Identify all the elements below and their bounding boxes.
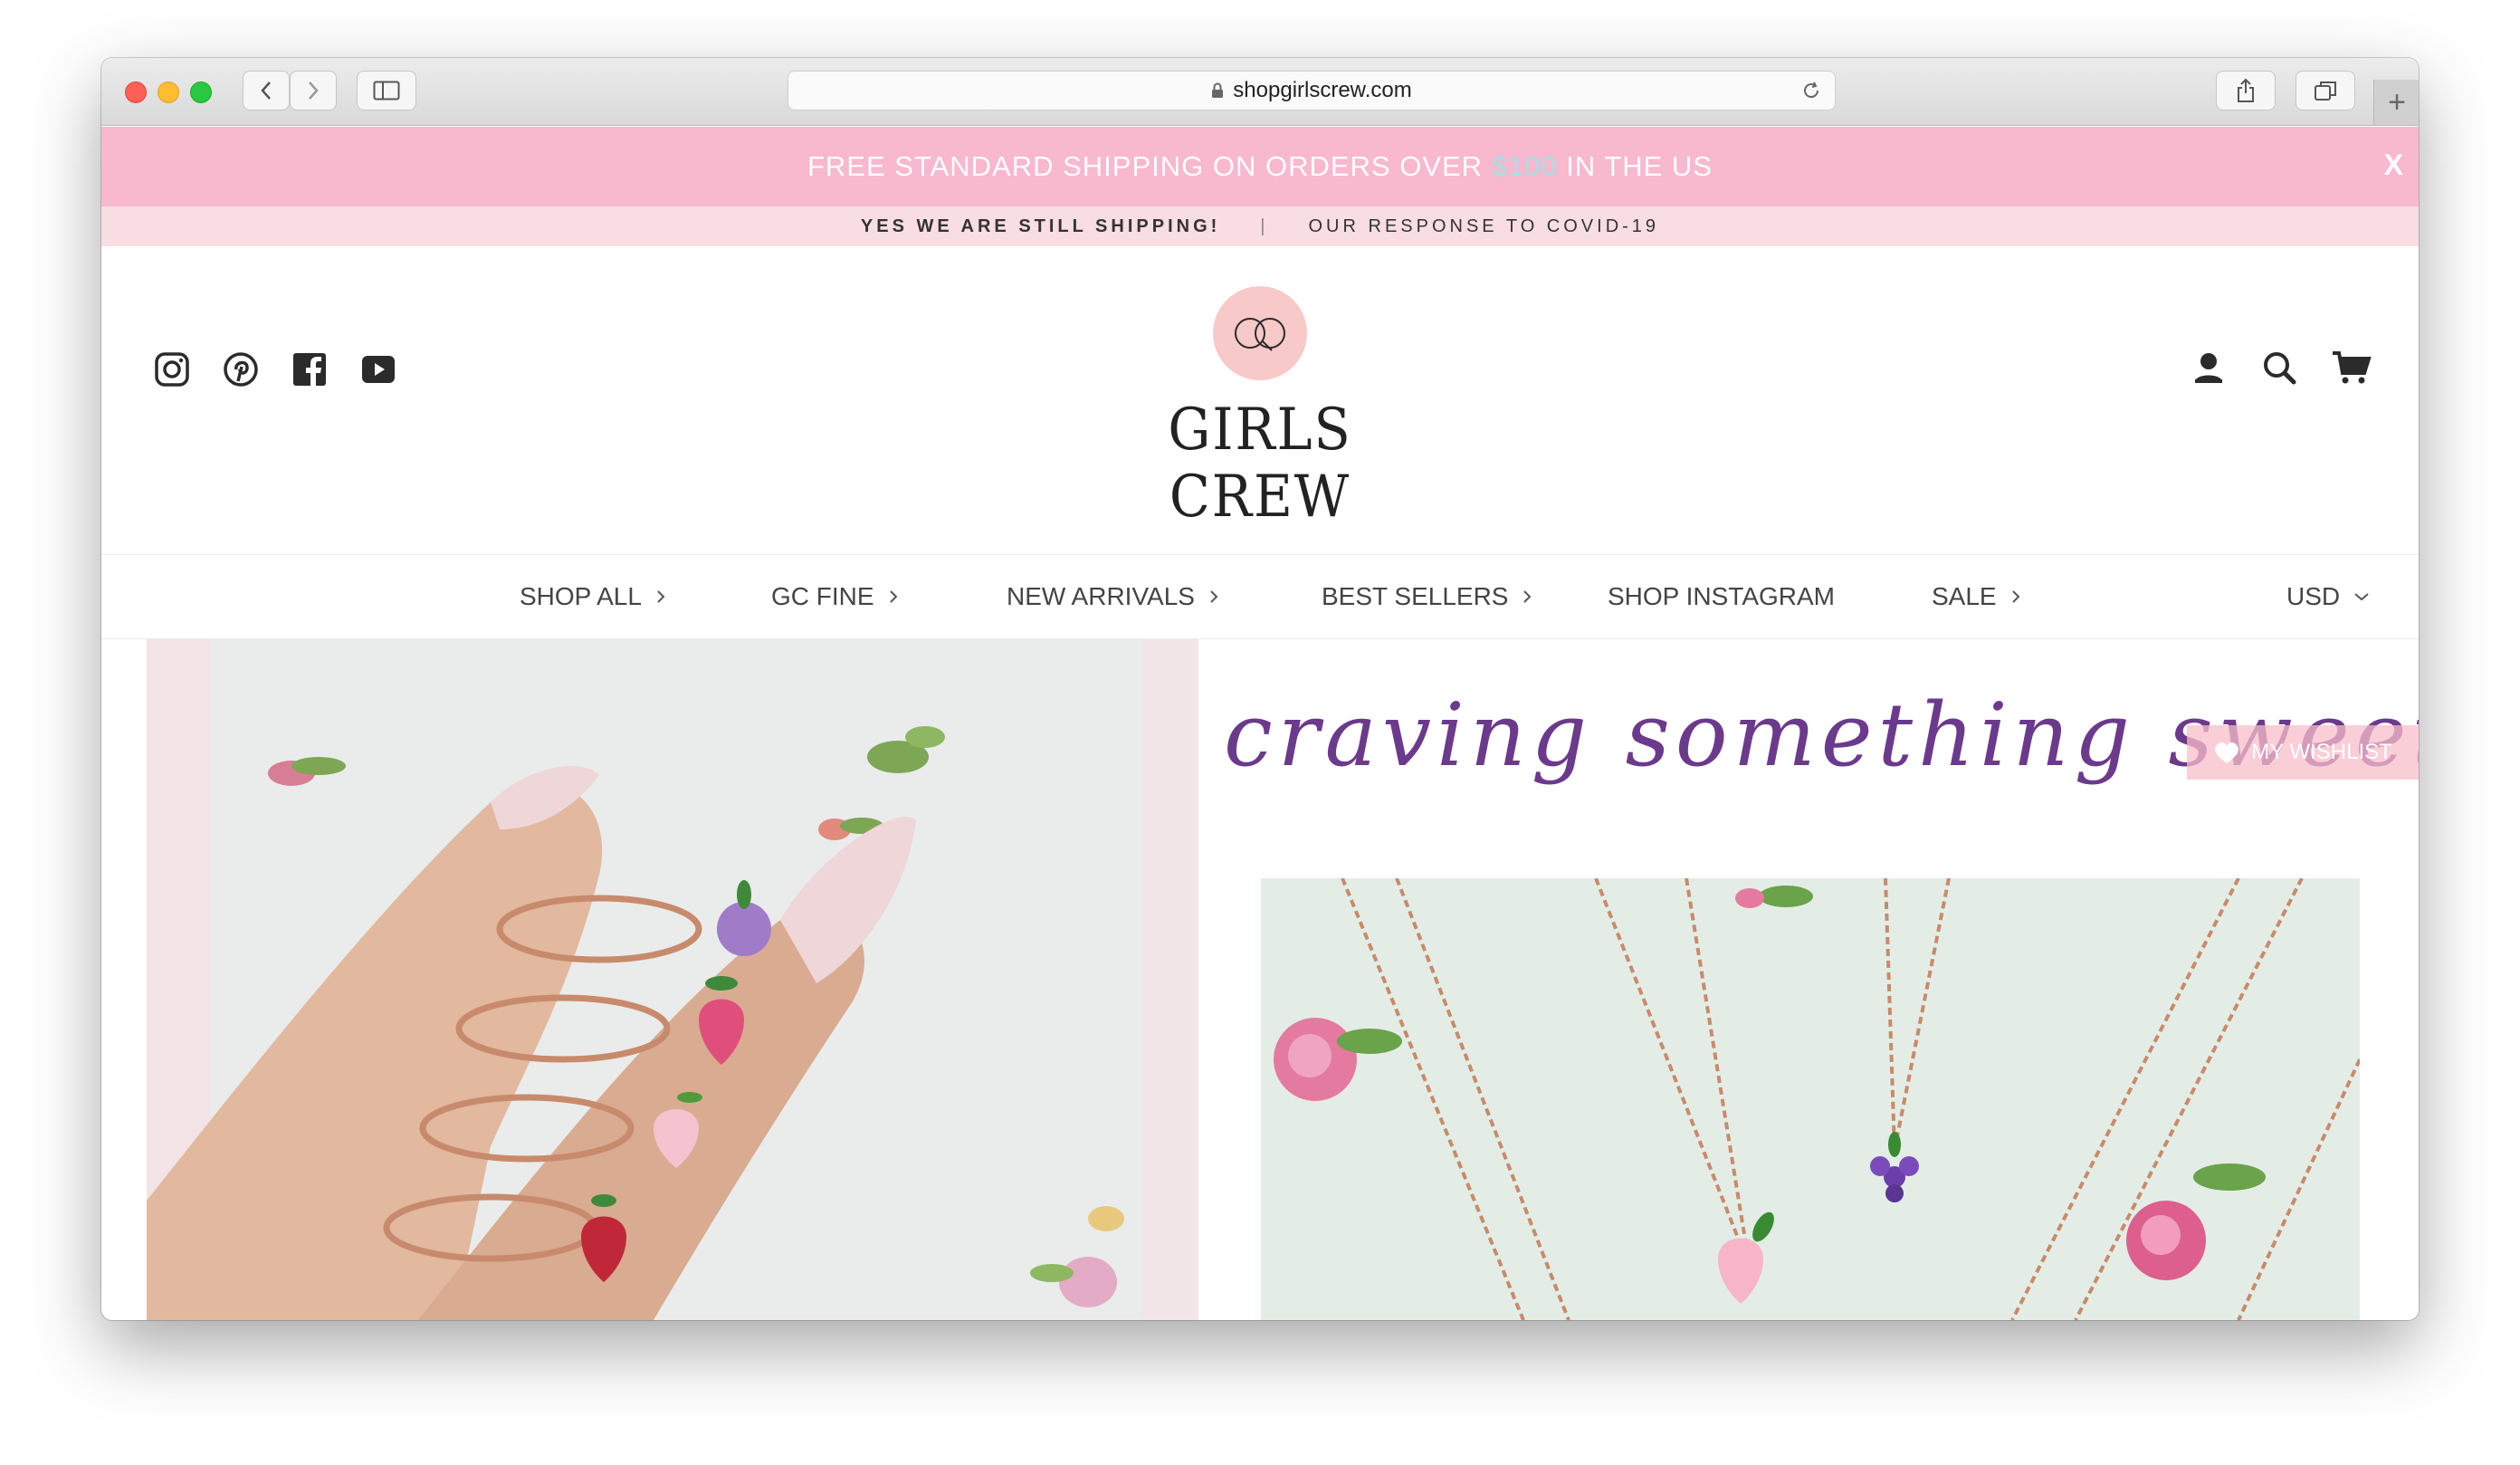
my-wishlist-button[interactable]: MY WISHLIST <box>2187 725 2419 780</box>
covid-notice-bar: YES WE ARE STILL SHIPPING! | OUR RESPONS… <box>101 206 2419 246</box>
nav-new-arrivals[interactable]: NEW ARRIVALS <box>1007 582 1220 611</box>
nav-sale[interactable]: SALE <box>1932 582 2022 611</box>
rings-hero-image[interactable] <box>147 639 1198 1320</box>
close-window-button[interactable] <box>125 81 147 103</box>
chevron-right-icon <box>2011 590 2020 603</box>
still-shipping-link[interactable]: YES WE ARE STILL SHIPPING! <box>861 216 1220 237</box>
social-links <box>154 351 396 388</box>
share-button[interactable] <box>2216 71 2276 110</box>
pinterest-icon[interactable] <box>223 351 259 388</box>
instagram-icon[interactable] <box>154 351 190 388</box>
logo-wordmark: GIRLS CREW <box>1168 397 1352 531</box>
currency-label: USD <box>2286 582 2341 610</box>
rings-illustration <box>147 639 1198 1320</box>
nav-shop-all-label: SHOP ALL <box>520 582 642 610</box>
lock-icon <box>1212 82 1224 98</box>
chevron-right-icon <box>1210 590 1218 603</box>
promo-close-button[interactable]: X <box>2384 148 2404 182</box>
nav-best-sellers[interactable]: BEST SELLERS <box>1322 582 1533 611</box>
nav-gc-fine-label: GC FINE <box>771 582 874 610</box>
share-icon <box>2238 78 2254 102</box>
youtube-icon[interactable] <box>360 351 396 388</box>
sidebar-icon <box>373 81 400 101</box>
promo-text-before: FREE STANDARD SHIPPING ON ORDERS OVER <box>807 150 1492 182</box>
facebook-icon[interactable] <box>291 351 328 388</box>
reload-icon[interactable] <box>1800 80 1822 101</box>
nav-sale-label: SALE <box>1932 582 1997 610</box>
account-icon[interactable] <box>2191 349 2227 386</box>
main-navigation: SHOP ALL GC FINE NEW ARRIVALS BEST SELLE… <box>101 555 2419 639</box>
tabs-icon <box>2315 81 2336 101</box>
address-bar[interactable]: shopgirlscrew.com <box>788 71 1836 110</box>
shipping-promo-bar: FREE STANDARD SHIPPING ON ORDERS OVER $1… <box>101 127 2419 206</box>
promo-text-after: IN THE US <box>1557 150 1713 182</box>
browser-window: shopgirlscrew.com + FREE STANDARD SHIPPI… <box>101 58 2419 1320</box>
nav-best-sellers-label: BEST SELLERS <box>1322 582 1509 610</box>
new-tab-button[interactable]: + <box>2373 80 2419 125</box>
necklace-hero-image[interactable] <box>1261 878 2360 1320</box>
browser-toolbar: shopgirlscrew.com + <box>101 58 2419 126</box>
cart-icon[interactable] <box>2332 349 2372 386</box>
fullscreen-window-button[interactable] <box>190 81 212 103</box>
chevron-left-icon <box>261 81 271 100</box>
promo-text: FREE STANDARD SHIPPING ON ORDERS OVER $1… <box>807 150 1713 183</box>
notice-separator: | <box>1260 215 1269 236</box>
site-header: GIRLS CREW <box>101 246 2419 555</box>
minimize-window-button[interactable] <box>158 81 179 103</box>
nav-shop-instagram-label: SHOP INSTAGRAM <box>1608 582 1836 610</box>
logo-mark <box>1213 286 1307 380</box>
currency-selector[interactable]: USD <box>2286 582 2371 611</box>
url-text: shopgirlscrew.com <box>1233 78 1412 102</box>
covid-response-link[interactable]: OUR RESPONSE TO COVID-19 <box>1309 216 1660 237</box>
sidebar-toggle-button[interactable] <box>357 71 416 110</box>
forward-button[interactable] <box>290 71 337 110</box>
chevron-down-icon <box>2354 593 2369 601</box>
promo-amount: $100 <box>1491 150 1558 182</box>
header-actions <box>2191 349 2372 386</box>
heart-icon <box>2215 742 2239 763</box>
chevron-right-icon <box>1523 590 1532 603</box>
necklace-illustration <box>1261 878 2360 1320</box>
back-button[interactable] <box>243 71 290 110</box>
nav-shop-instagram[interactable]: SHOP INSTAGRAM <box>1608 582 1835 611</box>
necklace-hero-panel: craving something sweet? MY WISHLIST <box>1198 639 2419 1320</box>
wishlist-label: MY WISHLIST <box>2251 740 2392 764</box>
tabs-overview-button[interactable] <box>2296 71 2355 110</box>
nav-gc-fine[interactable]: GC FINE <box>771 582 900 611</box>
nav-new-arrivals-label: NEW ARRIVALS <box>1007 582 1195 610</box>
search-icon[interactable] <box>2261 349 2297 386</box>
nav-shop-all[interactable]: SHOP ALL <box>520 582 667 611</box>
site-logo[interactable]: GIRLS CREW <box>1088 286 1432 531</box>
chevron-right-icon <box>657 590 665 603</box>
chevron-right-icon <box>309 81 319 100</box>
chevron-right-icon <box>889 590 897 603</box>
